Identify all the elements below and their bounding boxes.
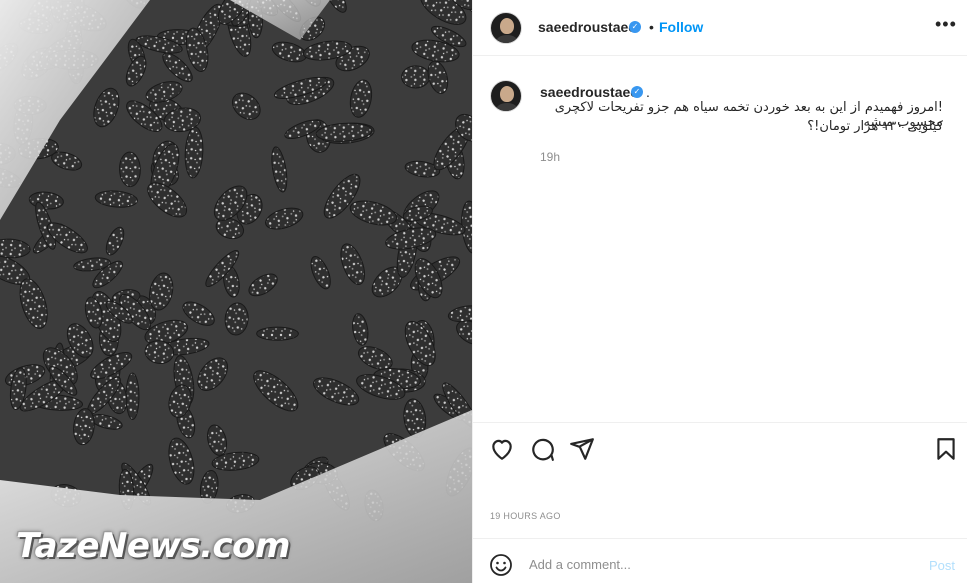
share-icon[interactable]	[569, 436, 595, 462]
emoji-icon[interactable]	[489, 553, 513, 577]
caption-time[interactable]: 19h	[540, 150, 560, 164]
seed	[401, 65, 431, 89]
caption-username[interactable]: saeedroustaee	[540, 84, 638, 100]
seed	[119, 151, 141, 188]
sunflower-seeds-photo	[0, 0, 472, 583]
heart-icon[interactable]	[489, 436, 515, 462]
verified-badge-icon: ✓	[631, 86, 643, 98]
avatar[interactable]	[490, 12, 522, 44]
bookmark-icon[interactable]	[933, 436, 959, 462]
actions-divider	[473, 422, 967, 423]
post-image[interactable]: TazeNews.com	[0, 0, 472, 583]
comment-bar: Post	[473, 538, 967, 583]
verified-badge-icon: ✓	[629, 21, 641, 33]
watermark: TazeNews.com	[16, 526, 290, 566]
comment-input[interactable]	[529, 551, 899, 577]
seed	[256, 326, 299, 341]
more-options-icon[interactable]: •••	[935, 14, 957, 35]
caption-text-line-2: کیلویی ۱۳۰ هزار تومان!؟	[807, 119, 943, 134]
caption-dot: .	[646, 84, 650, 100]
caption-avatar[interactable]	[490, 80, 522, 112]
header-username[interactable]: saeedroustaee	[538, 19, 636, 35]
follow-button[interactable]: Follow	[659, 19, 703, 35]
post-header: saeedroustaee ✓ • Follow •••	[473, 0, 967, 56]
separator-dot: •	[649, 19, 654, 35]
post-sidebar: saeedroustaee ✓ • Follow ••• saeedrousta…	[472, 0, 967, 583]
posted-time[interactable]: 19 HOURS AGO	[490, 511, 561, 521]
comment-icon[interactable]	[529, 436, 555, 462]
seed	[125, 372, 140, 420]
post-comment-button[interactable]: Post	[929, 558, 955, 573]
